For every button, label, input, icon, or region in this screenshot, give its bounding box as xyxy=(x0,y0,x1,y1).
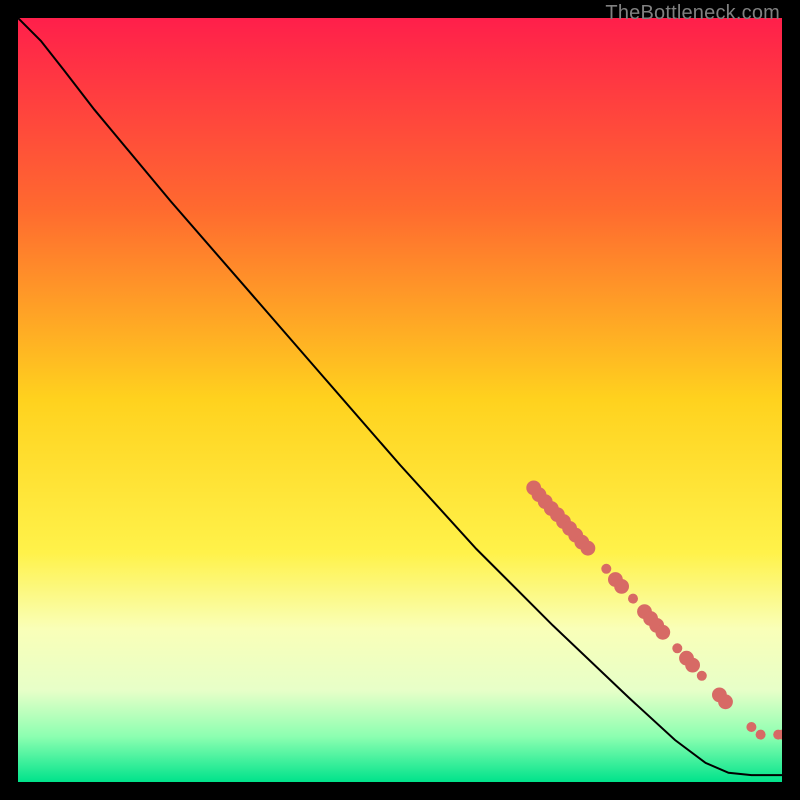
chart-plot-area xyxy=(18,18,782,782)
data-marker xyxy=(746,722,756,732)
data-marker xyxy=(628,594,638,604)
chart-svg xyxy=(18,18,782,782)
data-marker xyxy=(697,671,707,681)
data-marker xyxy=(601,564,611,574)
data-marker xyxy=(614,579,629,594)
data-marker xyxy=(718,694,733,709)
data-marker xyxy=(581,541,596,556)
gradient-background xyxy=(18,18,782,782)
data-marker xyxy=(756,730,766,740)
data-marker xyxy=(672,643,682,653)
data-marker xyxy=(685,658,700,673)
chart-frame: TheBottleneck.com xyxy=(0,0,800,800)
data-marker xyxy=(655,625,670,640)
